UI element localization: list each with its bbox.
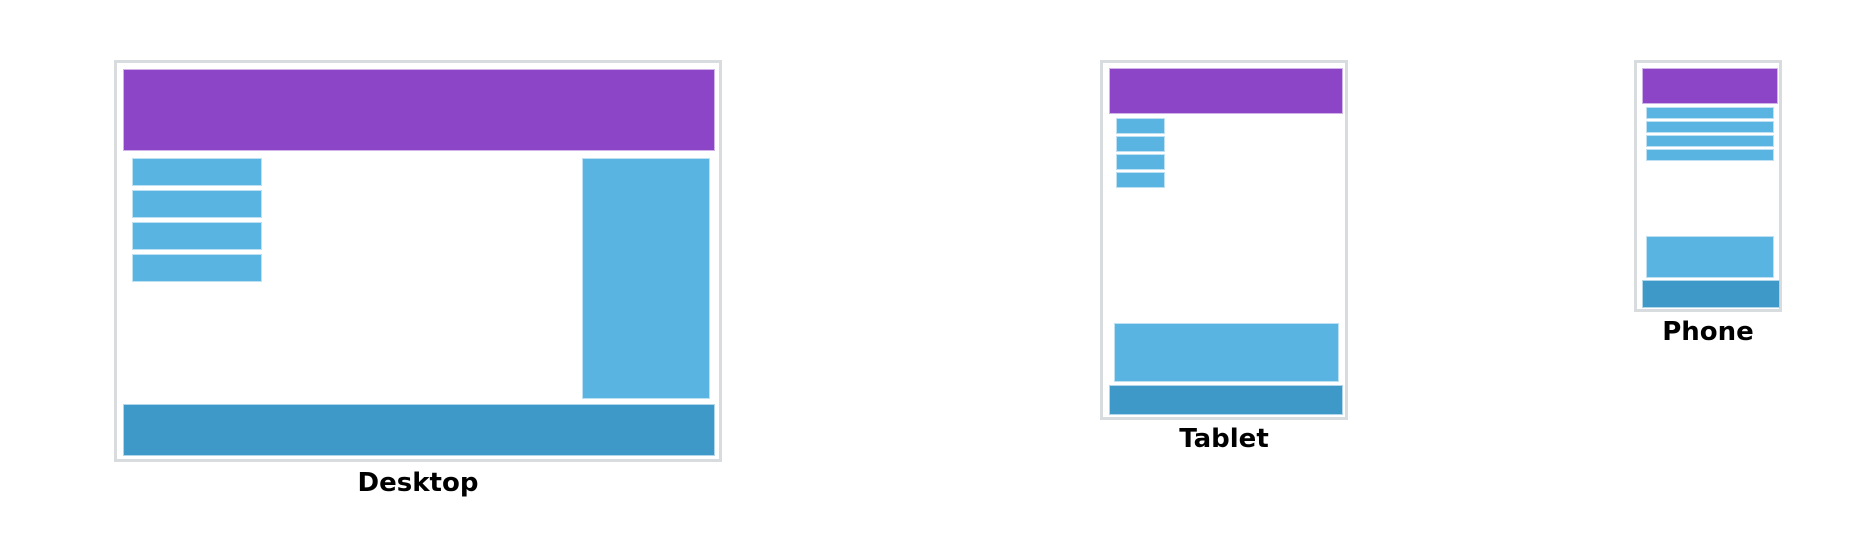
phone-footer bbox=[1642, 280, 1780, 308]
desktop-nav-item-1 bbox=[132, 158, 262, 186]
tablet-frame bbox=[1100, 60, 1348, 420]
tablet-caption: Tablet bbox=[1179, 424, 1269, 454]
tablet-header bbox=[1109, 68, 1343, 114]
desktop-nav-item-4 bbox=[132, 254, 262, 282]
desktop-nav-item-3 bbox=[132, 222, 262, 250]
phone-nav-item-3 bbox=[1646, 135, 1774, 147]
desktop-frame bbox=[114, 60, 722, 462]
phone-nav-item-4 bbox=[1646, 149, 1774, 161]
desktop-caption: Desktop bbox=[357, 468, 479, 498]
phone-content-block bbox=[1646, 236, 1774, 278]
phone-header bbox=[1642, 68, 1778, 104]
phone-nav-item-1 bbox=[1646, 107, 1774, 119]
phone-caption: Phone bbox=[1662, 317, 1754, 347]
tablet-nav-item-2 bbox=[1116, 136, 1165, 152]
desktop-sidebar bbox=[582, 158, 710, 399]
desktop-header bbox=[123, 69, 715, 151]
desktop-nav-item-2 bbox=[132, 190, 262, 218]
tablet-nav-item-4 bbox=[1116, 172, 1165, 188]
tablet-footer bbox=[1109, 385, 1343, 415]
tablet-content-block bbox=[1114, 323, 1339, 382]
tablet-nav-item-3 bbox=[1116, 154, 1165, 170]
tablet-nav-item-1 bbox=[1116, 118, 1165, 134]
phone-nav-item-2 bbox=[1646, 121, 1774, 133]
phone-frame bbox=[1634, 60, 1782, 312]
desktop-footer bbox=[123, 404, 715, 456]
